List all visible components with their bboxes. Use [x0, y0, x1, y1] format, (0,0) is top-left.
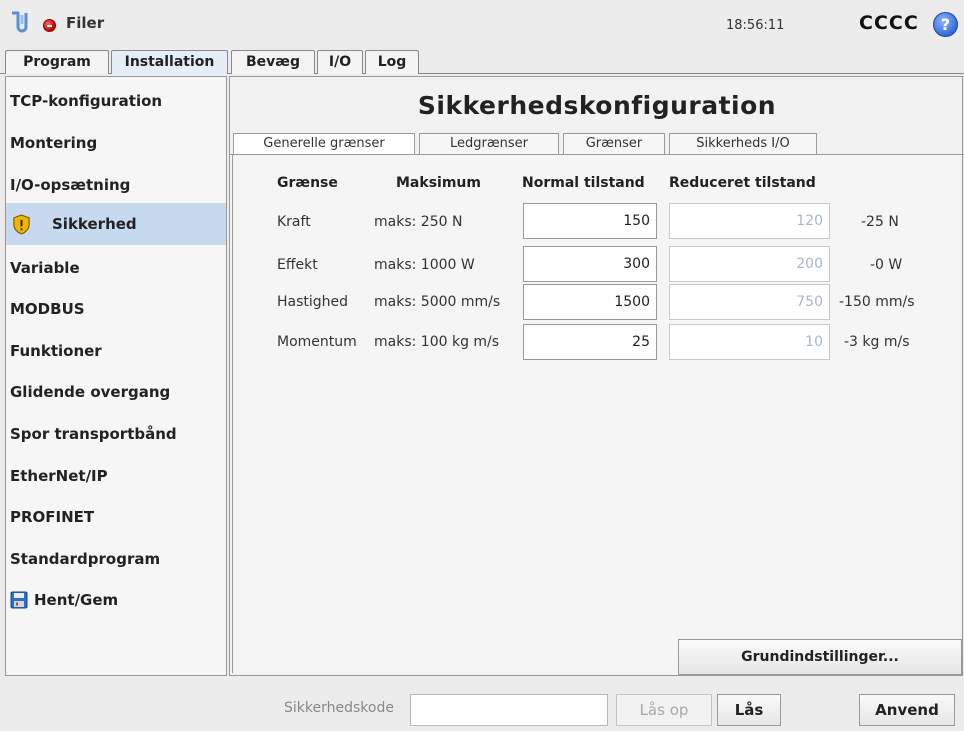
- tab-installation[interactable]: Installation: [111, 50, 228, 74]
- sidebar-item-label: Funktioner: [10, 342, 102, 360]
- speed-reduced-input[interactable]: 750: [669, 284, 830, 320]
- sidebar-item-label: EtherNet/IP: [10, 467, 108, 485]
- tab-program[interactable]: Program: [5, 50, 109, 74]
- tab-io[interactable]: I/O: [317, 50, 363, 74]
- help-icon[interactable]: ?: [933, 12, 958, 37]
- tab-joint-limits[interactable]: Ledgrænser: [419, 133, 559, 154]
- top-bar: Filer 18:56:11 CCCC ?: [0, 0, 964, 50]
- sidebar-item-label: PROFINET: [10, 508, 95, 526]
- sidebar-item-label: Spor transportbånd: [10, 425, 177, 443]
- sidebar-item-label: I/O-opsætning: [10, 176, 131, 194]
- sidebar-item-io-setup[interactable]: I/O-opsætning: [6, 164, 226, 206]
- column-header-limit: Grænse: [277, 175, 338, 191]
- file-menu[interactable]: Filer: [66, 14, 104, 32]
- speed-normal-input[interactable]: 1500: [523, 284, 657, 320]
- momentum-reduced-input[interactable]: 10: [669, 324, 830, 360]
- sidebar-item-mounting[interactable]: Montering: [6, 122, 226, 164]
- force-reduced-input[interactable]: 120: [669, 203, 830, 239]
- sidebar-item-features[interactable]: Funktioner: [6, 330, 226, 372]
- row-max-power: maks: 1000 W: [374, 257, 475, 273]
- sidebar-item-label: Glidende overgang: [10, 383, 171, 401]
- force-difference: -25 N: [861, 214, 899, 230]
- row-max-speed: maks: 5000 mm/s: [374, 294, 501, 310]
- apply-button[interactable]: Anvend: [859, 694, 955, 726]
- column-header-reduced: Reduceret tilstand: [669, 175, 816, 191]
- sidebar-item-conveyor-tracking[interactable]: Spor transportbånd: [6, 413, 226, 455]
- restore-defaults-button[interactable]: Grundindstillinger...: [678, 639, 962, 675]
- installation-sidebar: TCP-konfiguration Montering I/O-opsætnin…: [5, 76, 227, 676]
- row-label-power: Effekt: [277, 257, 318, 273]
- bottom-bar: Sikkerhedskode Lås op Lås Anvend: [0, 678, 964, 731]
- safety-panel: Sikkerhedskonfiguration Generelle grænse…: [229, 76, 964, 676]
- sidebar-item-default-program[interactable]: Standardprogram: [6, 538, 226, 580]
- row-max-momentum: maks: 100 kg m/s: [374, 334, 500, 350]
- momentum-difference: -3 kg m/s: [844, 334, 910, 350]
- safety-subtabs: Generelle grænser Ledgrænser Grænser Sik…: [230, 133, 964, 154]
- sidebar-item-load-save[interactable]: Hent/Gem: [6, 579, 226, 621]
- sidebar-item-label: Sikkerhed: [52, 215, 137, 233]
- stop-status-icon[interactable]: [43, 19, 56, 32]
- lock-button[interactable]: Lås: [717, 694, 781, 726]
- power-normal-input[interactable]: 300: [523, 246, 657, 282]
- speed-difference: -150 mm/s: [839, 294, 915, 310]
- tab-general-limits[interactable]: Generelle grænser: [233, 133, 415, 154]
- robot-name: CCCC: [859, 12, 919, 34]
- tab-log[interactable]: Log: [365, 50, 419, 74]
- sidebar-item-tcp[interactable]: TCP-konfiguration: [6, 80, 226, 122]
- ur-logo-icon: [12, 11, 28, 33]
- row-label-force: Kraft: [277, 214, 311, 230]
- tab-boundaries[interactable]: Grænser: [563, 133, 665, 154]
- sidebar-item-variables[interactable]: Variable: [6, 247, 226, 289]
- force-normal-input[interactable]: 150: [523, 203, 657, 239]
- column-header-normal: Normal tilstand: [522, 175, 645, 191]
- warning-shield-icon: [13, 214, 30, 235]
- sidebar-item-modbus[interactable]: MODBUS: [6, 288, 226, 330]
- sidebar-item-ethernet-ip[interactable]: EtherNet/IP: [6, 455, 226, 497]
- sidebar-item-profinet[interactable]: PROFINET: [6, 496, 226, 538]
- sidebar-item-label: Standardprogram: [10, 550, 161, 568]
- momentum-normal-input[interactable]: 25: [523, 324, 657, 360]
- floppy-disk-icon: [10, 591, 28, 609]
- sidebar-item-label: Montering: [10, 134, 98, 152]
- power-difference: -0 W: [870, 257, 903, 273]
- tab-move[interactable]: Bevæg: [231, 50, 315, 74]
- tab-safety-io[interactable]: Sikkerheds I/O: [669, 133, 817, 154]
- column-header-max: Maksimum: [396, 175, 481, 191]
- clock: 18:56:11: [726, 18, 785, 33]
- sidebar-item-label: TCP-konfiguration: [10, 92, 163, 110]
- sidebar-item-label: Variable: [10, 259, 80, 277]
- row-label-speed: Hastighed: [277, 294, 349, 310]
- sidebar-item-label: MODBUS: [10, 300, 85, 318]
- sidebar-item-safety[interactable]: Sikkerhed: [6, 203, 226, 245]
- power-reduced-input[interactable]: 200: [669, 246, 830, 282]
- unlock-button[interactable]: Lås op: [616, 694, 712, 726]
- page-title: Sikkerhedskonfiguration: [417, 91, 777, 120]
- sidebar-item-label: Hent/Gem: [34, 591, 119, 609]
- safety-password-input[interactable]: [410, 694, 608, 726]
- safety-password-label: Sikkerhedskode: [284, 700, 394, 716]
- row-max-force: maks: 250 N: [374, 214, 463, 230]
- row-label-momentum: Momentum: [277, 334, 357, 350]
- sidebar-item-smooth-transition[interactable]: Glidende overgang: [6, 371, 226, 413]
